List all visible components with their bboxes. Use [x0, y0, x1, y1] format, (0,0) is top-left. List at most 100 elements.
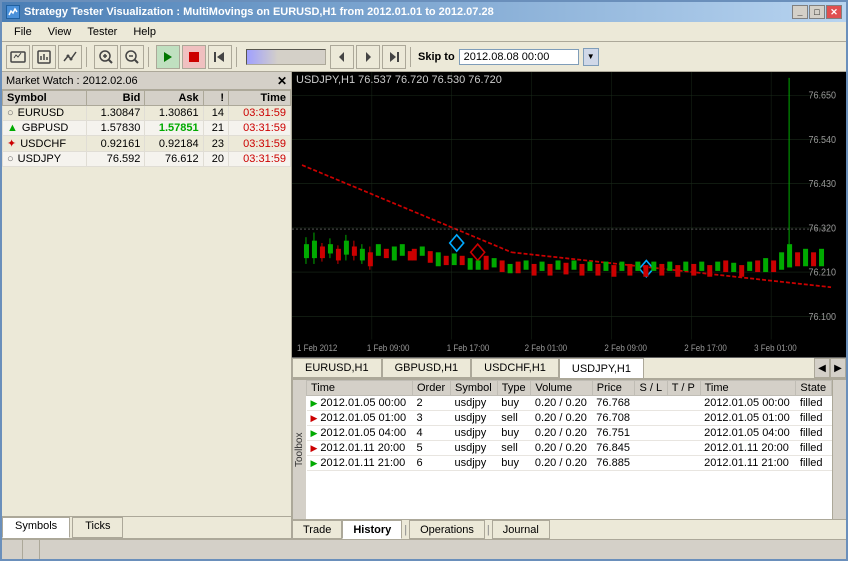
title-bar: Strategy Tester Visualization : MultiMov…: [2, 2, 846, 22]
trade-sl: [635, 411, 667, 426]
mw-count-usdjpy: 20: [203, 152, 228, 167]
chart-area[interactable]: USDJPY,H1 76.537 76.720 76.530 76.720: [292, 72, 846, 357]
trade-row[interactable]: ▶2012.01.05 00:00 2 usdjpy buy 0.20 / 0.…: [307, 396, 832, 411]
zoom-in-button[interactable]: [94, 45, 118, 69]
bp-container: Toolbox Time Order Symbol Type: [292, 380, 846, 519]
vertical-scrollbar[interactable]: [832, 380, 846, 519]
status-bar: [2, 539, 846, 559]
trade-state: filled: [796, 456, 832, 471]
chart-tab-gbpusd[interactable]: GBPUSD,H1: [382, 358, 472, 378]
trade-price: 76.751: [592, 426, 635, 441]
svg-text:3 Feb 01:00: 3 Feb 01:00: [754, 343, 797, 354]
market-watch: Market Watch : 2012.02.06 ✕ Symbol Bid A…: [2, 72, 291, 539]
trade-row[interactable]: ▶2012.01.05 04:00 4 usdjpy buy 0.20 / 0.…: [307, 426, 832, 441]
mw-count-gbpusd: 21: [203, 121, 228, 136]
minimize-button[interactable]: _: [792, 5, 808, 19]
maximize-button[interactable]: □: [809, 5, 825, 19]
chart-header: USDJPY,H1 76.537 76.720 76.530 76.720: [296, 74, 502, 86]
toolbar-btn-3[interactable]: [58, 45, 82, 69]
bp-tab-operations[interactable]: Operations: [409, 520, 485, 539]
mw-bid-gbpusd: 1.57830: [87, 121, 145, 136]
zoom-out-button[interactable]: [120, 45, 144, 69]
mw-row-usdjpy[interactable]: ○USDJPY 76.592 76.612 20 03:31:59: [3, 152, 291, 167]
trade-type: buy: [497, 426, 531, 441]
svg-text:76.100: 76.100: [809, 311, 837, 323]
menu-tester[interactable]: Tester: [79, 24, 125, 40]
trade-table-container: Time Order Symbol Type Volume Price S / …: [306, 380, 832, 519]
bp-tab-trade[interactable]: Trade: [292, 520, 342, 539]
play-button[interactable]: [156, 45, 180, 69]
mw-bid-eurusd: 1.30847: [87, 106, 145, 121]
th-symbol: Symbol: [451, 381, 498, 396]
mw-row-gbpusd[interactable]: ▲GBPUSD 1.57830 1.57851 21 03:31:59: [3, 121, 291, 136]
th-close-time: Time: [700, 381, 796, 396]
toolbar-sep-3: [236, 47, 240, 67]
trade-tp: [667, 411, 700, 426]
mw-time-gbpusd: 03:31:59: [229, 121, 291, 136]
trade-order: 5: [413, 441, 451, 456]
last-frame-button[interactable]: [382, 45, 406, 69]
close-button[interactable]: ✕: [826, 5, 842, 19]
next-frame-button[interactable]: [356, 45, 380, 69]
chart-tab-eurusd[interactable]: EURUSD,H1: [292, 358, 382, 378]
stop-button[interactable]: [182, 45, 206, 69]
th-order: Order: [413, 381, 451, 396]
bottom-panel: Toolbox Time Order Symbol Type: [292, 379, 846, 539]
toolbar: Skip to ▼: [2, 42, 846, 72]
mw-count-usdchf: 23: [203, 136, 228, 152]
mw-row-eurusd[interactable]: ○EURUSD 1.30847 1.30861 14 03:31:59: [3, 106, 291, 121]
rewind-button[interactable]: [208, 45, 232, 69]
trade-order: 3: [413, 411, 451, 426]
status-seg-1: [6, 540, 23, 559]
chart-tab-usdjpy[interactable]: USDJPY,H1: [559, 358, 644, 378]
mw-count-eurusd: 14: [203, 106, 228, 121]
toolbar-btn-2[interactable]: [32, 45, 56, 69]
status-seg-2: [23, 540, 40, 559]
trade-close-time: 2012.01.11 20:00: [700, 441, 796, 456]
trade-tp: [667, 456, 700, 471]
toolbar-sep-2: [148, 47, 152, 67]
trade-scroll-area[interactable]: Time Order Symbol Type Volume Price S / …: [306, 380, 832, 519]
trade-row[interactable]: ▶2012.01.11 21:00 6 usdjpy buy 0.20 / 0.…: [307, 456, 832, 471]
chart-prev-button[interactable]: ◀: [814, 358, 830, 378]
trade-order: 2: [413, 396, 451, 411]
mw-ask-gbpusd: 1.57851: [145, 121, 203, 136]
th-sl: S / L: [635, 381, 667, 396]
trade-price: 76.885: [592, 456, 635, 471]
bp-tab-history[interactable]: History: [342, 520, 402, 539]
toolbox-label[interactable]: Toolbox: [292, 380, 306, 519]
skip-to-control: Skip to ▼: [418, 48, 599, 66]
skip-to-input[interactable]: [459, 49, 579, 65]
trade-symbol: usdjpy: [451, 396, 498, 411]
skip-to-dropdown[interactable]: ▼: [583, 48, 599, 66]
market-watch-close[interactable]: ✕: [277, 74, 287, 88]
menu-file[interactable]: File: [6, 24, 40, 40]
svg-text:76.650: 76.650: [809, 90, 837, 102]
prev-frame-button[interactable]: [330, 45, 354, 69]
menu-help[interactable]: Help: [125, 24, 164, 40]
mw-tab-ticks[interactable]: Ticks: [72, 517, 123, 538]
trade-row[interactable]: ▶2012.01.05 01:00 3 usdjpy sell 0.20 / 0…: [307, 411, 832, 426]
toolbar-sep-4: [410, 47, 414, 67]
mw-ask-usdjpy: 76.612: [145, 152, 203, 167]
bp-tab-journal[interactable]: Journal: [492, 520, 550, 539]
mw-row-usdchf[interactable]: ✦USDCHF 0.92161 0.92184 23 03:31:59: [3, 136, 291, 152]
svg-text:1 Feb 09:00: 1 Feb 09:00: [367, 343, 410, 354]
trade-price: 76.768: [592, 396, 635, 411]
market-watch-header: Market Watch : 2012.02.06 ✕: [2, 72, 291, 90]
bp-tab-separator: |: [402, 520, 409, 539]
trade-tp: [667, 441, 700, 456]
trade-open-time: ▶2012.01.05 00:00: [307, 396, 413, 411]
mw-symbol-usdchf: ✦USDCHF: [3, 136, 87, 152]
chart-next-button[interactable]: ▶: [830, 358, 846, 378]
trade-sl: [635, 441, 667, 456]
trade-tp: [667, 426, 700, 441]
menu-view[interactable]: View: [40, 24, 80, 40]
toolbar-btn-1[interactable]: [6, 45, 30, 69]
svg-text:1 Feb 2012: 1 Feb 2012: [297, 343, 338, 354]
trade-row[interactable]: ▶2012.01.11 20:00 5 usdjpy sell 0.20 / 0…: [307, 441, 832, 456]
chart-tab-usdchf[interactable]: USDCHF,H1: [471, 358, 559, 378]
col-ask: Ask: [145, 91, 203, 106]
trade-sl: [635, 426, 667, 441]
mw-tab-symbols[interactable]: Symbols: [2, 517, 70, 538]
